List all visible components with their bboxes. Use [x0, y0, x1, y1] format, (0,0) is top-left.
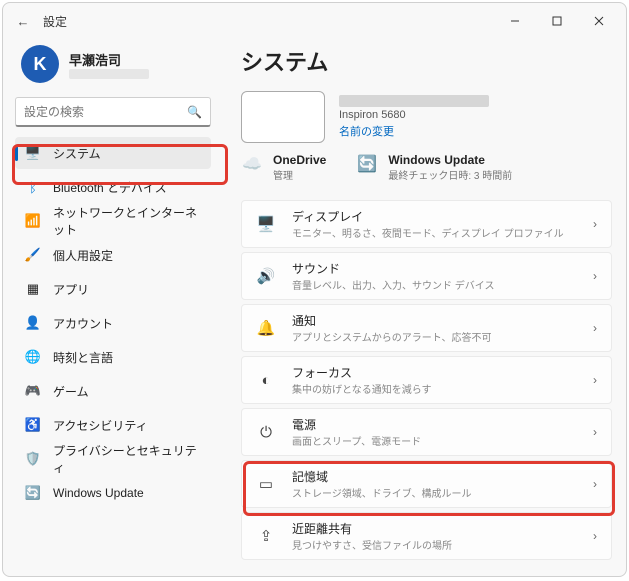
sidebar-item-system[interactable]: 🖥️ システム	[15, 137, 211, 169]
sidebar-item-label: ネットワークとインターネット	[53, 204, 201, 238]
rename-link[interactable]: 名前の変更	[339, 123, 489, 139]
device-name-blurred	[339, 95, 489, 107]
chevron-right-icon: ›	[593, 373, 597, 387]
search-icon: 🔍	[187, 105, 202, 119]
sidebar-item-label: ゲーム	[53, 383, 89, 400]
avatar: K	[21, 45, 59, 83]
device-model: Inspiron 5680	[339, 109, 489, 121]
update-title: Windows Update	[388, 153, 512, 167]
device-info: Inspiron 5680 名前の変更	[241, 91, 612, 143]
windows-update-icon: 🔄	[356, 153, 378, 175]
chevron-right-icon: ›	[593, 529, 597, 543]
sidebar-item-accessibility[interactable]: ♿ アクセシビリティ	[15, 409, 211, 441]
card-storage[interactable]: ▭ 記憶域ストレージ領域、ドライブ、構成ルール ›	[241, 460, 612, 508]
sound-icon: 🔊	[256, 267, 276, 285]
titlebar: ← 設定	[3, 3, 626, 39]
windows-update-card[interactable]: 🔄 Windows Update 最終チェック日時: 3 時間前	[356, 153, 512, 182]
page-title: システム	[241, 45, 612, 77]
sidebar-item-label: システム	[53, 145, 101, 162]
power-icon: ⏻	[256, 424, 276, 441]
profile-email-blurred	[69, 69, 149, 79]
share-icon: ⇪	[256, 527, 276, 545]
quick-links: ☁️ OneDrive 管理 🔄 Windows Update 最終チェック日時…	[241, 153, 612, 182]
sidebar-item-label: 時刻と言語	[53, 349, 113, 366]
sidebar-item-label: アクセシビリティ	[53, 417, 148, 434]
main-panel: システム Inspiron 5680 名前の変更 ☁️ OneDrive 管理	[223, 39, 626, 576]
shield-icon: 🛡️	[25, 451, 41, 467]
maximize-button[interactable]	[536, 7, 578, 35]
chevron-right-icon: ›	[593, 217, 597, 231]
onedrive-icon: ☁️	[241, 153, 263, 175]
profile-name: 早瀬浩司	[69, 50, 149, 69]
sidebar-item-network[interactable]: 📶 ネットワークとインターネット	[15, 205, 211, 237]
settings-list: 🖥️ ディスプレイモニター、明るさ、夜間モード、ディスプレイ プロファイル › …	[241, 200, 612, 560]
onedrive-card[interactable]: ☁️ OneDrive 管理	[241, 153, 326, 182]
sidebar-item-label: Windows Update	[53, 486, 144, 500]
device-thumbnail[interactable]	[241, 91, 325, 143]
card-sound[interactable]: 🔊 サウンド音量レベル、出力、入力、サウンド デバイス ›	[241, 252, 612, 300]
bluetooth-icon: ᛒ	[25, 179, 41, 195]
update-sub: 最終チェック日時: 3 時間前	[388, 167, 512, 182]
sidebar-item-apps[interactable]: ▦ アプリ	[15, 273, 211, 305]
account-profile[interactable]: K 早瀬浩司	[15, 39, 211, 97]
bell-icon: 🔔	[256, 319, 276, 337]
clock-icon: 🌐	[25, 349, 41, 365]
account-icon: 👤	[25, 315, 41, 331]
sidebar-item-label: Bluetooth とデバイス	[53, 179, 167, 196]
back-button[interactable]: ←	[9, 14, 37, 29]
sidebar-item-label: アプリ	[53, 281, 89, 298]
brush-icon: 🖌️	[25, 247, 41, 263]
sidebar-item-time-language[interactable]: 🌐 時刻と言語	[15, 341, 211, 373]
display-icon: 🖥️	[256, 215, 276, 233]
onedrive-title: OneDrive	[273, 153, 326, 167]
chevron-right-icon: ›	[593, 321, 597, 335]
nav-list: 🖥️ システム ᛒ Bluetooth とデバイス 📶 ネットワークとインターネ…	[15, 137, 211, 509]
system-icon: 🖥️	[25, 145, 41, 161]
sidebar-item-personalization[interactable]: 🖌️ 個人用設定	[15, 239, 211, 271]
gaming-icon: 🎮	[25, 383, 41, 399]
sidebar-item-label: プライバシーとセキュリティ	[53, 442, 201, 476]
accessibility-icon: ♿	[25, 417, 41, 433]
sidebar: K 早瀬浩司 🔍 🖥️ システム ᛒ Bluetooth とデバイス	[3, 39, 223, 576]
card-power[interactable]: ⏻ 電源画面とスリープ、電源モード ›	[241, 408, 612, 456]
focus-icon: ◐	[256, 372, 276, 389]
card-notifications[interactable]: 🔔 通知アプリとシステムからのアラート、応答不可 ›	[241, 304, 612, 352]
card-nearby-sharing[interactable]: ⇪ 近距離共有見つけやすさ、受信ファイルの場所 ›	[241, 512, 612, 560]
sidebar-item-label: アカウント	[53, 315, 113, 332]
search-input[interactable]	[24, 105, 187, 119]
onedrive-sub: 管理	[273, 167, 326, 182]
wifi-icon: 📶	[25, 213, 41, 229]
search-box[interactable]: 🔍	[15, 97, 211, 127]
chevron-right-icon: ›	[593, 269, 597, 283]
sidebar-item-label: 個人用設定	[53, 247, 113, 264]
minimize-button[interactable]	[494, 7, 536, 35]
window-title: 設定	[43, 13, 67, 30]
apps-icon: ▦	[25, 281, 41, 297]
card-display[interactable]: 🖥️ ディスプレイモニター、明るさ、夜間モード、ディスプレイ プロファイル ›	[241, 200, 612, 248]
sidebar-item-bluetooth[interactable]: ᛒ Bluetooth とデバイス	[15, 171, 211, 203]
update-icon: 🔄	[25, 485, 41, 501]
sidebar-item-accounts[interactable]: 👤 アカウント	[15, 307, 211, 339]
sidebar-item-update[interactable]: 🔄 Windows Update	[15, 477, 211, 509]
storage-icon: ▭	[256, 475, 276, 493]
sidebar-item-gaming[interactable]: 🎮 ゲーム	[15, 375, 211, 407]
card-focus[interactable]: ◐ フォーカス集中の妨げとなる通知を減らす ›	[241, 356, 612, 404]
chevron-right-icon: ›	[593, 425, 597, 439]
close-button[interactable]	[578, 7, 620, 35]
settings-window: ← 設定 K 早瀬浩司 🔍 🖥️ システム	[2, 2, 627, 577]
chevron-right-icon: ›	[593, 477, 597, 491]
sidebar-item-privacy[interactable]: 🛡️ プライバシーとセキュリティ	[15, 443, 211, 475]
